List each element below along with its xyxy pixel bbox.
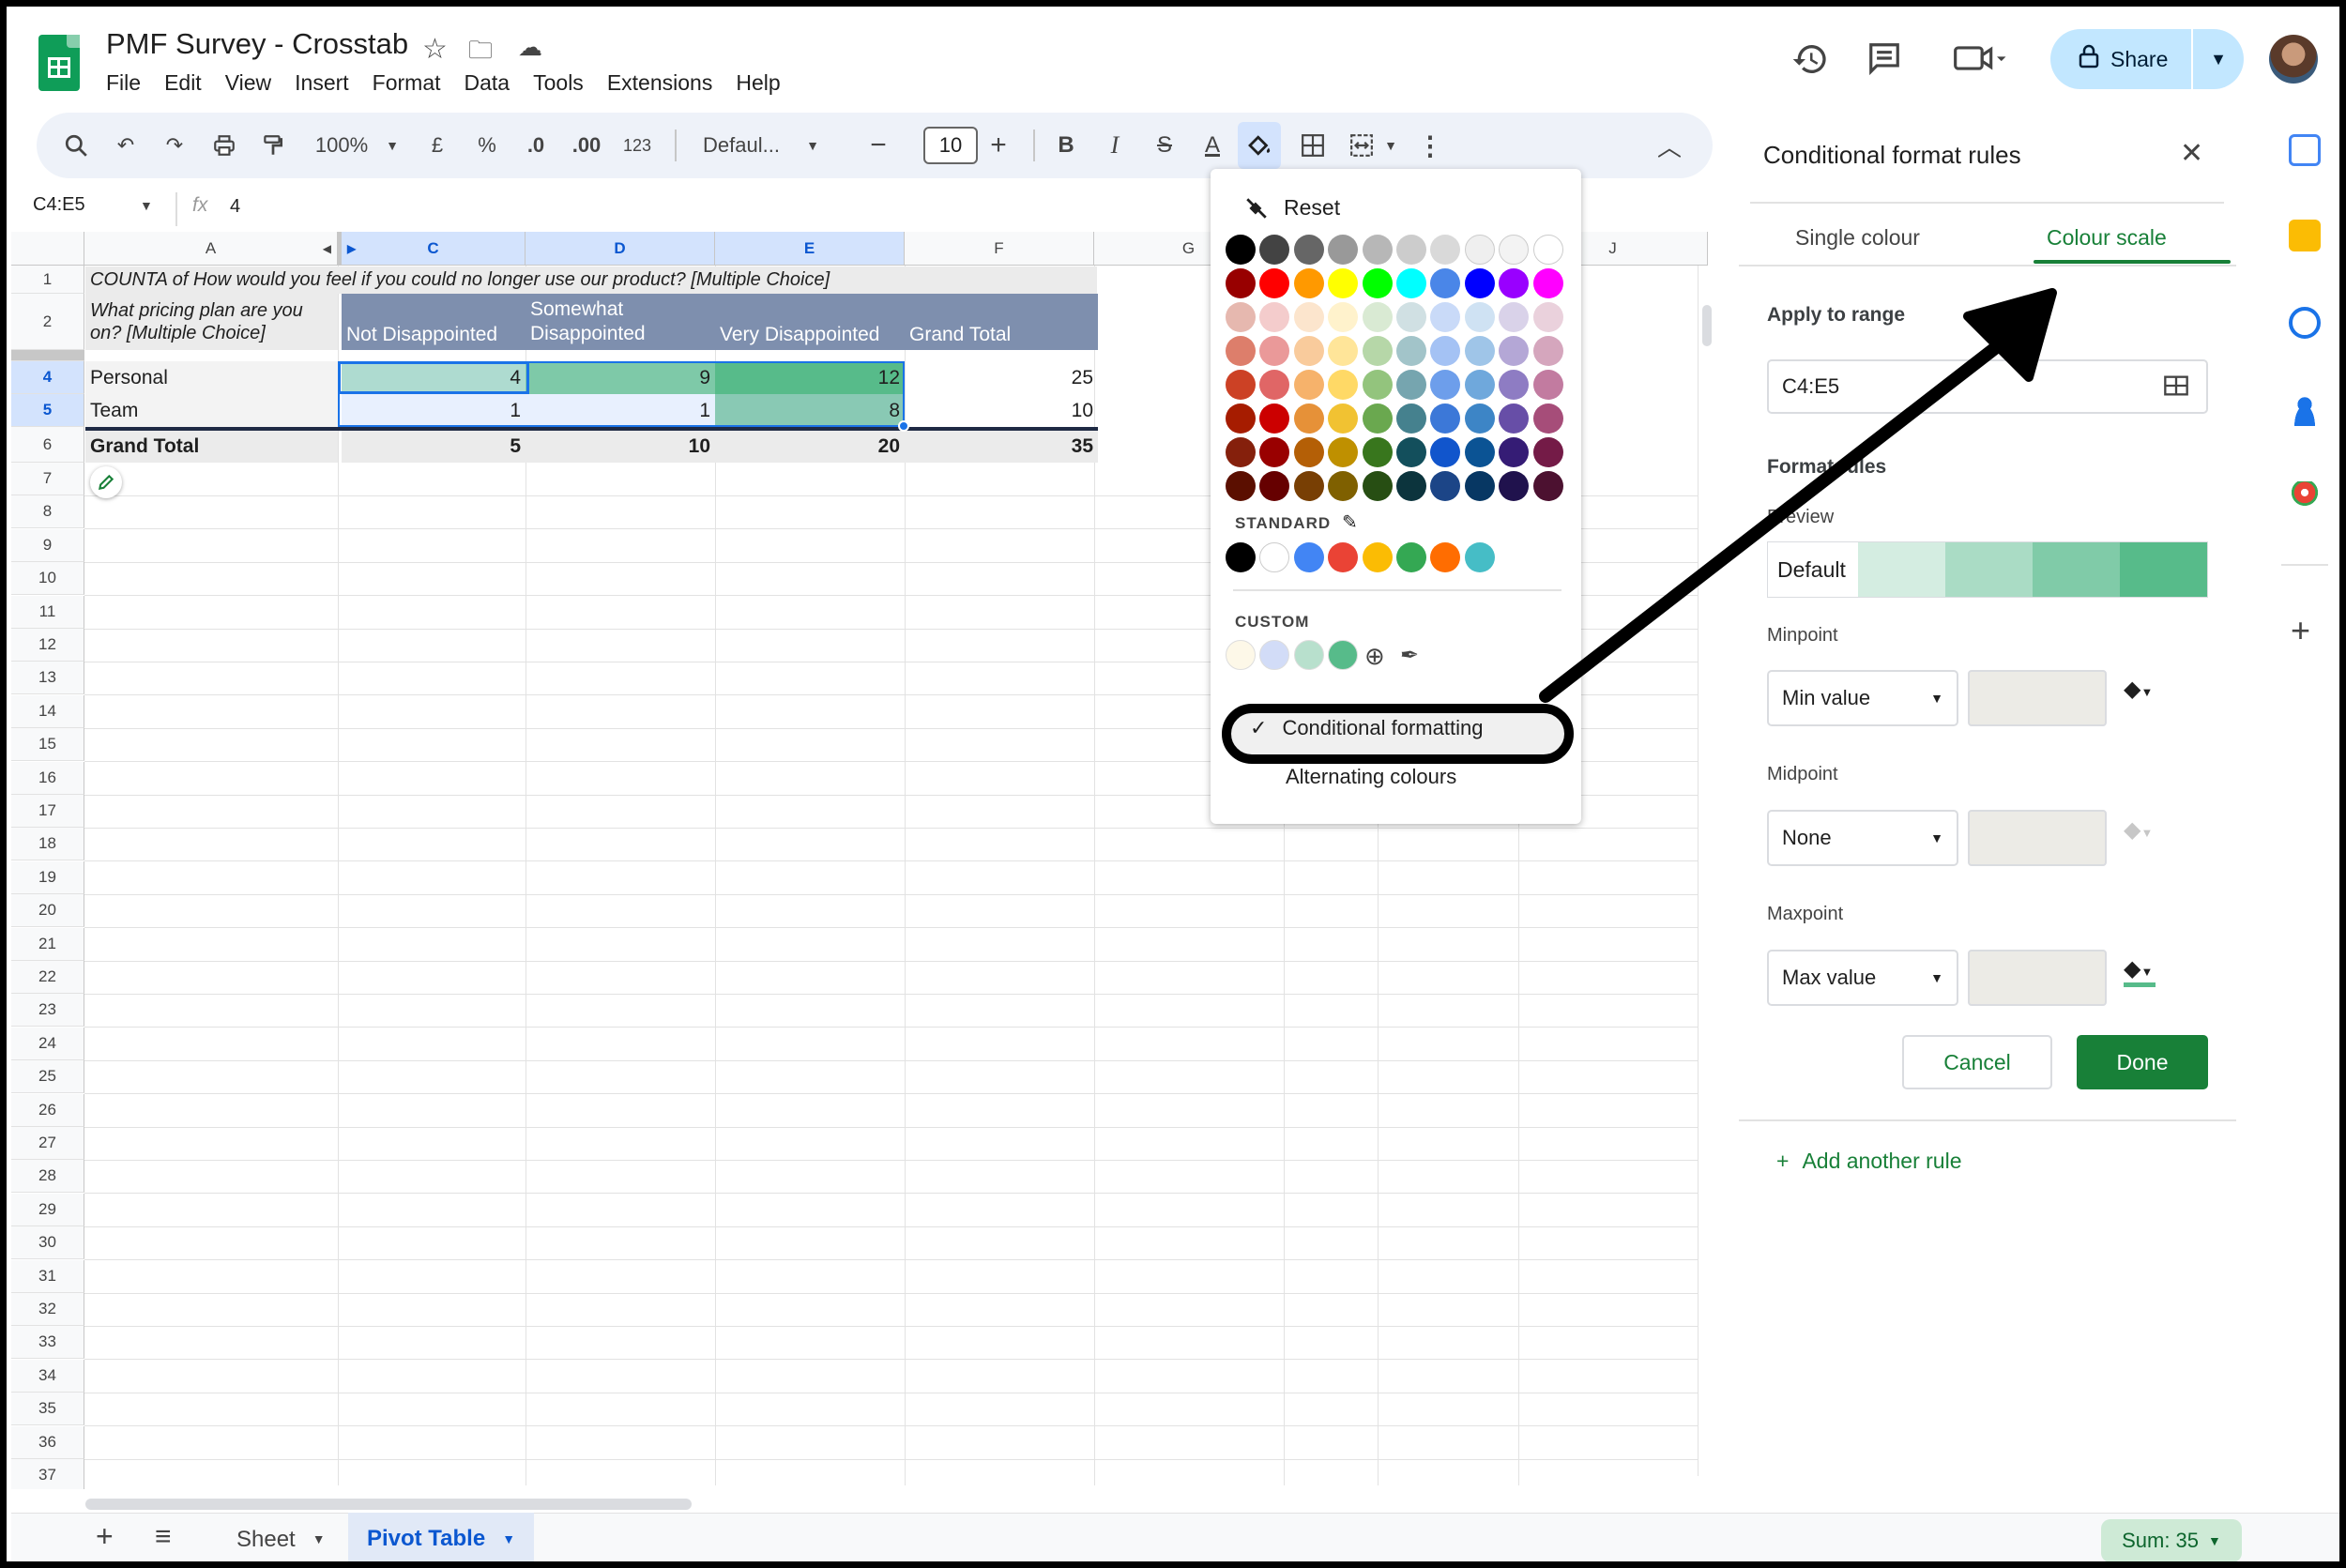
annotation-arrow [1539,288,2057,703]
